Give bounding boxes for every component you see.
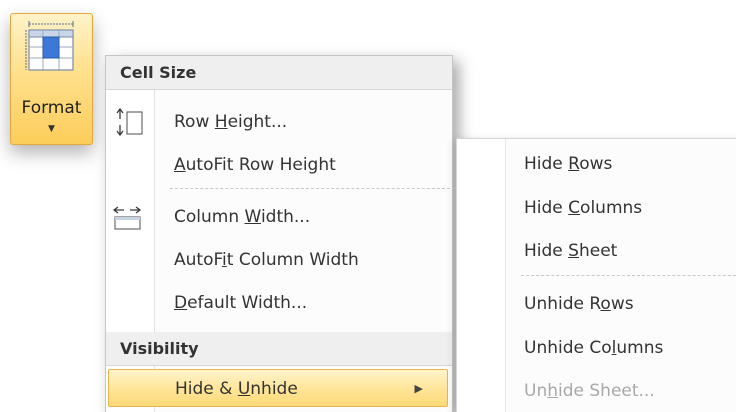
menu-item-label: Hide & Unhide — [175, 379, 298, 399]
submenu-item-hide-sheet[interactable]: Hide Sheet — [524, 232, 617, 270]
section-header-visibility: Visibility — [106, 332, 452, 366]
submenu-item-unhide-sheet: Unhide Sheet... — [524, 381, 655, 401]
menu-item-label: AutoFit Row Height — [174, 155, 336, 175]
format-button[interactable]: Format ▼ — [10, 13, 93, 145]
submenu-icon-strip — [457, 139, 506, 412]
section-header-cell-size: Cell Size — [106, 56, 452, 90]
menu-item-label: Row Height... — [174, 112, 288, 132]
column-width-icon — [112, 206, 142, 230]
chevron-right-icon: ▶ — [414, 382, 423, 395]
submenu-item-hide-rows[interactable]: Hide Rows — [524, 145, 612, 183]
excel-format-menu-screen: Format ▼ Cell Size Row Height... AutoFit… — [0, 0, 736, 412]
submenu-item-unhide-columns[interactable]: Unhide Columns — [524, 329, 663, 367]
menu-item-default-width[interactable]: Default Width... — [108, 284, 448, 322]
format-table-icon — [25, 21, 74, 71]
submenu-item-unhide-rows[interactable]: Unhide Rows — [524, 285, 634, 323]
menu-separator — [170, 188, 450, 189]
row-height-icon — [116, 107, 143, 137]
menu-item-autofit-row-height[interactable]: AutoFit Row Height — [108, 146, 448, 184]
menu-item-column-width[interactable]: Column Width... — [108, 198, 448, 236]
menu-item-label: Default Width... — [174, 293, 308, 313]
submenu-item-hide-columns[interactable]: Hide Columns — [524, 189, 642, 227]
menu-item-row-height[interactable]: Row Height... — [108, 103, 448, 141]
menu-item-autofit-column-width[interactable]: AutoFit Column Width — [108, 241, 448, 279]
format-button-label: Format — [21, 98, 82, 118]
submenu-separator — [521, 275, 736, 276]
menu-item-label: Column Width... — [174, 207, 311, 227]
menu-item-label: AutoFit Column Width — [174, 250, 359, 270]
format-dropdown-menu: Cell Size Row Height... AutoFit Row Heig… — [105, 55, 453, 412]
hide-unhide-submenu: Hide Rows Hide Columns Hide Sheet Unhide… — [456, 138, 736, 412]
menu-item-hide-unhide[interactable]: Hide & Unhide ▶ — [108, 369, 448, 407]
chevron-down-icon: ▼ — [48, 124, 55, 134]
